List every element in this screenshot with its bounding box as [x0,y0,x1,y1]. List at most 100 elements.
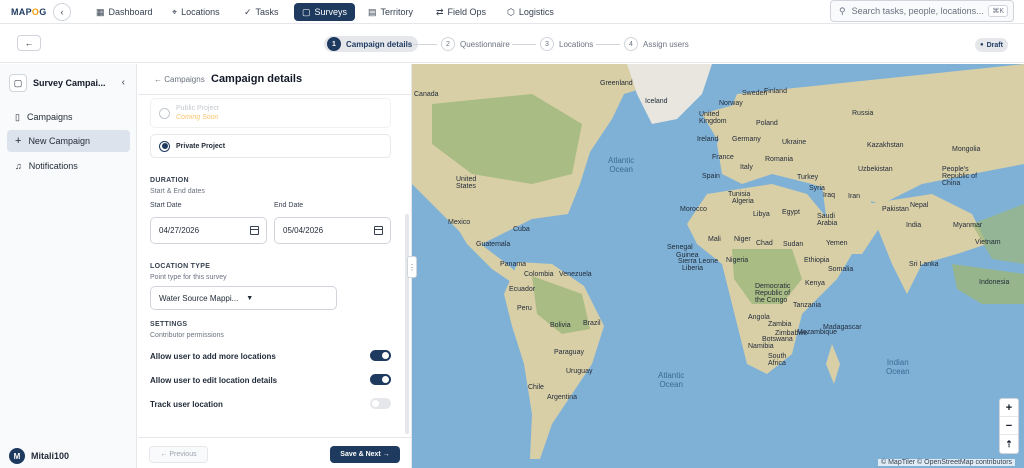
map-country-label: Niger [734,236,751,243]
toggle-track-location[interactable] [370,398,391,409]
map-country-label: Chile [528,384,544,391]
map-country-label: Nepal [910,202,929,209]
status-badge: ● Draft [975,38,1008,52]
setting-edit-locations: Allow user to edit location details [150,373,391,387]
sidebar-item-notifications[interactable]: ♫ Notifications [7,155,130,177]
ocean-label: Atlantic Ocean [658,371,685,389]
caret-down-icon: ▼ [246,294,254,302]
map-country-label: Paraguay [554,349,584,356]
map-icon: ▤ [368,6,377,17]
map-country-label: Somalia [828,266,854,273]
back-button[interactable]: ← [17,35,41,51]
private-project-option[interactable]: Private Project [150,134,391,158]
public-project-option: Public Project Coming Soon [150,98,391,128]
back-icon[interactable]: ‹ [53,3,71,21]
sidebar-item-new-campaign[interactable]: + New Campaign [7,130,130,152]
step-connector [512,44,536,45]
sidebar-header: ▢ Survey Campai... ‹ [9,73,129,93]
map-country-label: Madagascar [823,324,862,331]
page-title: Campaign details [211,73,303,85]
toggle-edit-locations[interactable] [370,374,391,385]
map-country-label: Mexico [448,219,471,226]
map-country-label: France [712,154,734,161]
world-map[interactable]: Greenland Canada United States Mexico Cub… [412,64,1024,468]
step-assign-users[interactable]: 4 Assign users [624,36,689,52]
nav-logistics[interactable]: ⬡ Logistics [507,3,554,21]
calendar-icon[interactable] [250,226,259,235]
previous-button[interactable]: ← Previous [149,446,208,463]
duration-heading: DURATION [150,177,189,184]
location-type-select[interactable]: Water Source Mappi... ▼ [150,286,337,310]
zoom-in-button[interactable]: + [1000,399,1018,417]
map-country-label: Peru [517,305,532,312]
nav-territory[interactable]: ▤ Territory [368,3,413,21]
compass-icon[interactable]: ⇡ [1000,435,1018,453]
map-country-label: Namibia [748,343,774,350]
app-logo[interactable]: MAPOG [11,7,47,17]
map-country-label: Panama [500,261,527,268]
map-country-label: Tanzania [793,302,822,309]
duration-subtitle: Start & End dates [150,188,205,195]
ocean-label: Indian Ocean [886,358,910,376]
map-country-label: Pakistan [882,206,909,213]
start-date-input[interactable]: 04/27/2026 [150,217,267,244]
chevron-left-icon[interactable]: ‹ [122,77,125,88]
map-country-label: Cuba [513,226,530,233]
map-country-label: Iraq [823,192,836,199]
map-country-label: Algeria [732,198,754,205]
map-country-label: Canada [414,91,439,98]
document-icon: ▯ [15,111,20,122]
map-country-label: Spain [702,173,720,180]
map-country-label: Egypt [782,209,800,216]
nav-surveys[interactable]: ▢ Surveys [294,3,356,21]
sidebar-item-campaigns[interactable]: ▯ Campaigns [7,106,130,128]
map-country-label: Poland [756,120,778,127]
map-country-label: Iran [848,193,861,200]
nav-field-ops[interactable]: ⇄ Field Ops [436,3,486,21]
step-locations[interactable]: 3 Locations [540,36,593,52]
top-navigation-bar: MAPOG ‹ ▦ Dashboard ⌖ Locations ✓ Tasks ▢ Su… [0,0,1024,24]
map-country-label: Russia [852,110,874,117]
route-icon: ⇄ [436,6,444,17]
panel-resize-handle[interactable]: ⋮ [407,256,417,278]
end-date-input[interactable]: 05/04/2026 [274,217,391,244]
map-country-label: United Kingdom [699,111,727,125]
end-date-label: End Date [274,202,304,209]
toggle-add-locations[interactable] [370,350,391,361]
map-country-label: Zambia [768,321,792,328]
map-country-label: Senegal [667,244,693,251]
nav-dashboard[interactable]: ▦ Dashboard [96,3,153,21]
breadcrumb-back[interactable]: ← Campaigns [154,75,205,84]
map-country-label: Myanmar [953,222,983,229]
clipboard-icon: ▢ [9,74,27,92]
radio-private[interactable] [159,140,170,152]
map-zoom-controls: + − ⇡ [999,398,1019,454]
map-country-label: Libya [753,211,770,218]
map-country-label: Kazakhstan [867,142,904,149]
step-questionnaire[interactable]: 2 Questionnaire [441,36,510,52]
map-attribution[interactable]: © MapTiler © OpenStreetMap contributors [878,459,1016,466]
clipboard-icon: ▢ [302,6,311,17]
map-country-label: Venezuela [559,271,592,278]
map-country-label: Tunisia [728,191,751,198]
zoom-out-button[interactable]: − [1000,417,1018,435]
calendar-icon[interactable] [374,226,383,235]
nav-tasks[interactable]: ✓ Tasks [244,3,279,21]
nav-locations[interactable]: ⌖ Locations [172,3,220,21]
scrollbar[interactable] [405,214,409,434]
map-country-label: Colombia [524,271,554,278]
settings-heading: SETTINGS [150,321,188,328]
stepper-bar: ← 1 Campaign details 2 Questionnaire 3 Loca… [0,25,1024,63]
setting-add-locations: Allow user to add more locations [150,349,391,363]
step-campaign-details[interactable]: 1 Campaign details [324,36,419,52]
map-country-label: Ethiopia [804,257,830,264]
map-country-label: Yemen [826,240,848,247]
map-country-label: Nigeria [726,257,749,264]
map-country-label: Morocco [680,206,707,213]
map-country-label: Democratic Republic of the Congo [755,283,791,304]
user-profile[interactable]: M Mitali100 [9,448,69,464]
map-country-label: Uzbekistan [858,166,893,173]
search-input[interactable]: ⚲ Search tasks, people, locations... ⌘K [830,0,1014,22]
save-next-button[interactable]: Save & Next → [330,446,400,463]
map-country-label: South Africa [768,353,787,367]
